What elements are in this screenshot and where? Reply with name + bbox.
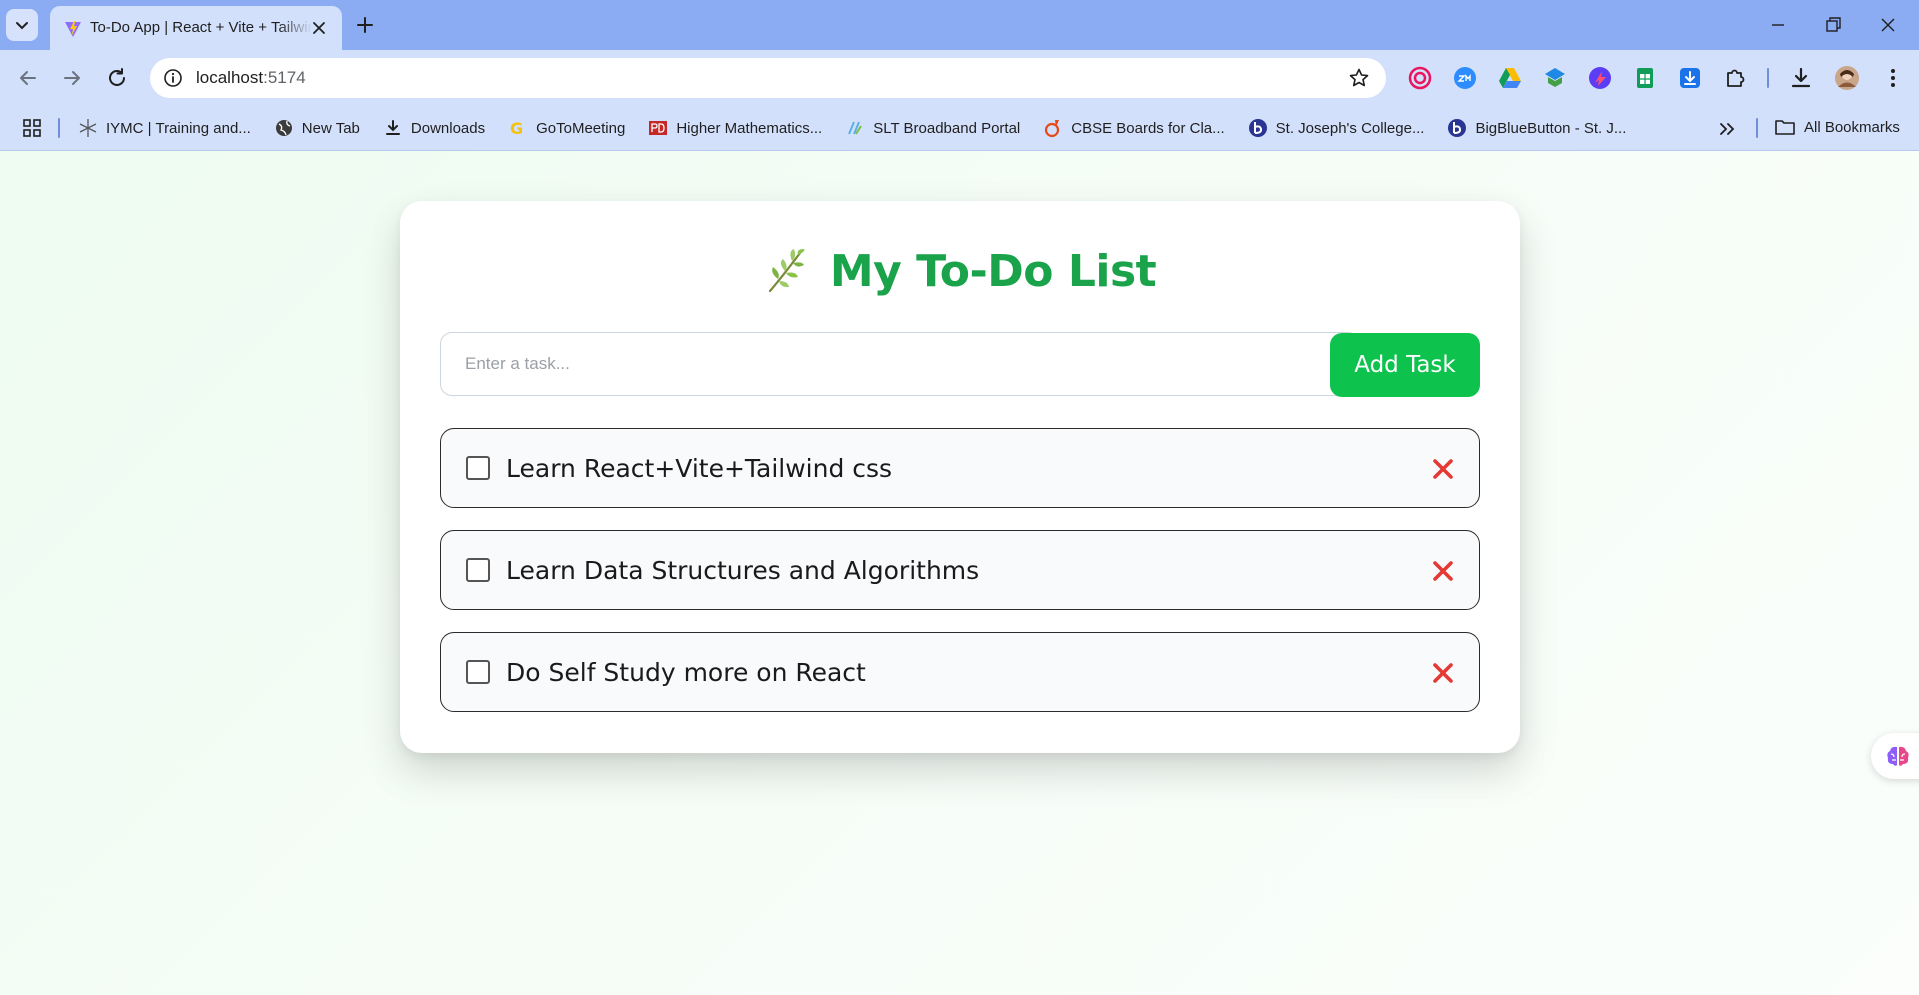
bookmark-item[interactable]: SLT Broadband Portal — [845, 112, 1029, 144]
reload-icon[interactable] — [105, 66, 129, 90]
task-checkbox[interactable] — [466, 558, 490, 582]
task-item: Learn Data Structures and Algorithms — [440, 530, 1480, 610]
apps-grid-icon[interactable] — [22, 118, 42, 138]
sprout-icon — [768, 249, 805, 293]
sparkle-icon — [78, 118, 98, 138]
bookmarks-bar: IYMC | Training and... New Tab Downloads… — [0, 106, 1919, 151]
minimize-icon[interactable] — [1767, 14, 1789, 36]
delete-x-icon[interactable] — [1431, 457, 1455, 481]
bookmark-label: New Tab — [301, 119, 360, 137]
bookmark-star-icon[interactable] — [1348, 67, 1370, 89]
globe-icon — [274, 118, 294, 138]
back-arrow-icon[interactable] — [16, 66, 40, 90]
tab-title: To-Do App | React + Vite + Tailwind — [90, 19, 312, 36]
classroom-extension-icon[interactable] — [1542, 65, 1568, 91]
task-input[interactable] — [440, 332, 1360, 396]
double-chevron-right-icon[interactable] — [1716, 118, 1738, 140]
vpn-extension-icon[interactable] — [1587, 65, 1613, 91]
task-list: Learn React+Vite+Tailwind css Learn Data… — [440, 428, 1480, 734]
bookmark-label: CBSE Boards for Cla... — [1071, 119, 1225, 137]
browser-toolbar: localhost:5174 — [0, 50, 1919, 106]
task-text: Do Self Study more on React — [506, 658, 866, 687]
active-tab[interactable]: To-Do App | React + Vite + Tailwind — [50, 6, 342, 50]
url-host: localhost — [196, 68, 264, 87]
url-port: :5174 — [263, 68, 306, 87]
delete-x-icon[interactable] — [1431, 559, 1455, 583]
tab-strip: To-Do App | React + Vite + Tailwind — [0, 0, 1919, 50]
cbse-icon — [1043, 118, 1063, 138]
bookmark-label: SLT Broadband Portal — [873, 119, 1021, 137]
bbb-icon — [1447, 118, 1467, 138]
add-task-button[interactable]: Add Task — [1330, 333, 1480, 397]
menu-kebab-icon[interactable] — [1880, 65, 1906, 91]
slt-icon — [845, 118, 865, 138]
zoom-extension-icon[interactable] — [1452, 65, 1478, 91]
all-bookmarks-button[interactable]: All Bookmarks — [1774, 116, 1900, 138]
bookmark-item[interactable]: IYMC | Training and... — [78, 112, 260, 144]
all-bookmarks-label: All Bookmarks — [1804, 118, 1900, 136]
bookmark-item[interactable]: Higher Mathematics... — [648, 112, 831, 144]
task-item: Do Self Study more on React — [440, 632, 1480, 712]
task-item: Learn React+Vite+Tailwind css — [440, 428, 1480, 508]
svg-text:G: G — [510, 119, 523, 138]
page-viewport: My To-Do List Add Task Learn React+Vite+… — [0, 151, 1919, 995]
gotomeeting-icon: G — [508, 118, 528, 138]
bookmark-label: IYMC | Training and... — [106, 119, 251, 137]
close-icon[interactable] — [310, 19, 328, 37]
bookmarks-divider — [58, 118, 60, 138]
profile-avatar[interactable] — [1834, 65, 1860, 91]
vite-logo-icon — [65, 21, 81, 37]
bbb-icon — [1248, 118, 1268, 138]
forward-arrow-icon[interactable] — [60, 66, 84, 90]
floating-assistant-button[interactable] — [1871, 733, 1919, 779]
bookmarks-divider — [1756, 118, 1758, 138]
task-text: Learn React+Vite+Tailwind css — [506, 454, 893, 483]
bookmark-item[interactable]: G GoToMeeting — [508, 112, 634, 144]
download-icon — [383, 118, 403, 138]
bookmark-list: IYMC | Training and... New Tab Downloads… — [78, 106, 1649, 150]
bookmark-label: Downloads — [410, 119, 486, 137]
bookmark-item[interactable]: New Tab — [274, 112, 369, 144]
bookmark-label: St. Joseph's College... — [1275, 119, 1425, 137]
url-text: localhost:5174 — [196, 68, 306, 88]
chevron-down-icon — [16, 22, 28, 30]
google-drive-icon[interactable] — [1497, 65, 1523, 91]
task-checkbox[interactable] — [466, 660, 490, 684]
bookmark-item[interactable]: BigBlueButton - St. J... — [1447, 112, 1635, 144]
page-title: My To-Do List — [829, 245, 1157, 297]
task-checkbox[interactable] — [466, 456, 490, 480]
new-tab-icon[interactable] — [354, 14, 376, 36]
download-manager-icon[interactable] — [1677, 65, 1703, 91]
bookmark-item[interactable]: Downloads — [383, 112, 494, 144]
address-bar[interactable]: localhost:5174 — [150, 58, 1386, 98]
todo-card: My To-Do List Add Task Learn React+Vite+… — [400, 201, 1520, 753]
sheets-extension-icon[interactable] — [1632, 65, 1658, 91]
pd-icon — [648, 118, 668, 138]
window-close-icon[interactable] — [1877, 14, 1899, 36]
bookmark-label: GoToMeeting — [536, 119, 626, 137]
brain-icon — [1887, 746, 1909, 766]
bookmark-item[interactable]: CBSE Boards for Cla... — [1043, 112, 1233, 144]
delete-x-icon[interactable] — [1431, 661, 1455, 685]
site-info-icon[interactable] — [162, 67, 184, 89]
extension-target-icon[interactable] — [1407, 65, 1433, 91]
bookmark-item[interactable]: St. Joseph's College... — [1248, 112, 1434, 144]
toolbar-divider — [1767, 68, 1769, 88]
title-row: My To-Do List — [400, 241, 1520, 301]
folder-icon — [1775, 120, 1795, 135]
downloads-icon[interactable] — [1788, 65, 1814, 91]
tab-search-button[interactable] — [6, 9, 38, 41]
bookmark-label: Higher Mathematics... — [676, 119, 823, 137]
restore-icon[interactable] — [1822, 14, 1844, 36]
bookmark-label: BigBlueButton - St. J... — [1475, 119, 1627, 137]
task-text: Learn Data Structures and Algorithms — [506, 556, 980, 585]
extensions-puzzle-icon[interactable] — [1722, 65, 1748, 91]
